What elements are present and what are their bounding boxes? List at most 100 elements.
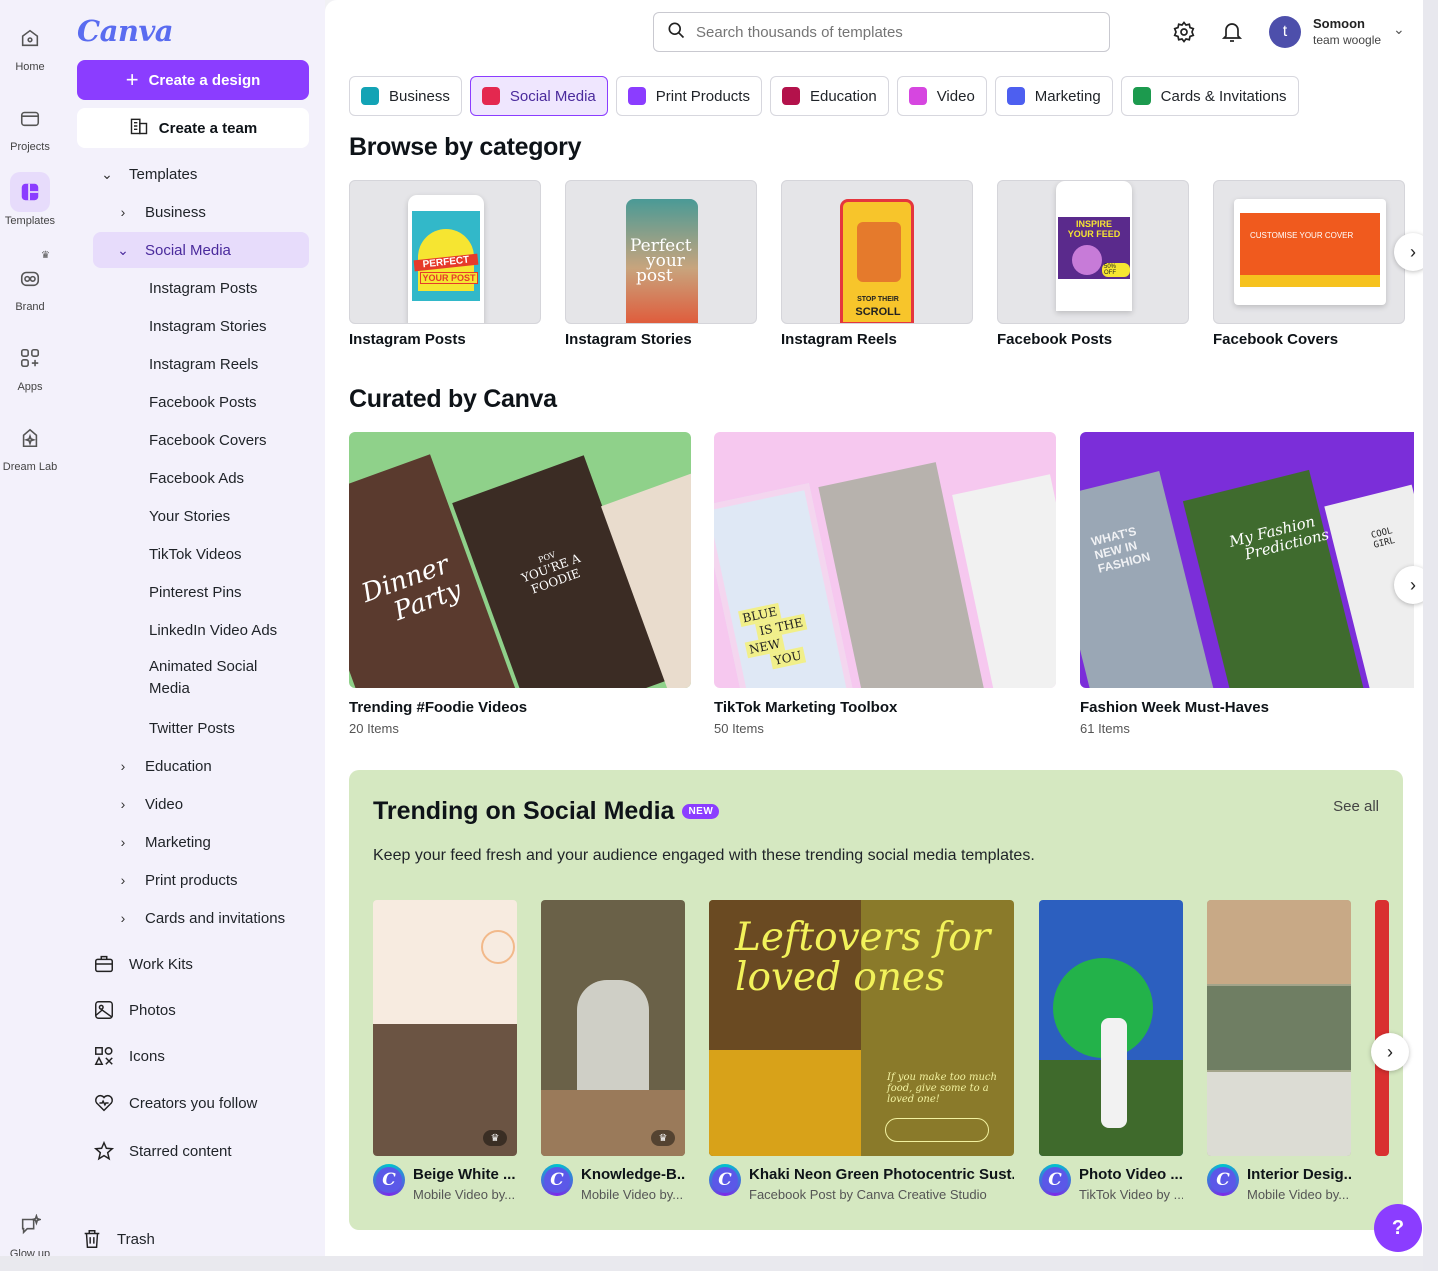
tree-print-products[interactable]: › Print products	[109, 862, 309, 898]
rail-apps[interactable]: Apps	[0, 338, 60, 393]
new-badge: NEW	[682, 804, 720, 819]
notifications-button[interactable]	[1220, 20, 1244, 49]
template-card[interactable]	[1039, 900, 1183, 1156]
tree-facebook-posts[interactable]: Facebook Posts	[149, 384, 309, 420]
tree-your-stories[interactable]: Your Stories	[149, 498, 309, 534]
link-icons[interactable]: Icons	[93, 1038, 309, 1074]
template-card[interactable]: ♛	[541, 900, 685, 1156]
rail-templates[interactable]: Templates	[0, 172, 60, 227]
tree-cards-invitations[interactable]: › Cards and invitations	[109, 900, 309, 936]
tree-instagram-posts[interactable]: Instagram Posts	[149, 270, 309, 306]
chip-business[interactable]: Business	[349, 76, 462, 116]
settings-button[interactable]	[1172, 20, 1196, 49]
crown-icon: ♛	[483, 1130, 507, 1146]
chip-video[interactable]: Video	[896, 76, 987, 116]
tree-marketing[interactable]: › Marketing	[109, 824, 309, 860]
canva-avatar-icon: C	[1207, 1164, 1239, 1196]
cover-mockup: CUSTOMISE YOUR COVER	[1234, 199, 1386, 305]
tree-tiktok-videos[interactable]: TikTok Videos	[149, 536, 309, 572]
chip-marketing-label: Marketing	[1034, 87, 1101, 105]
tree-video[interactable]: › Video	[109, 786, 309, 822]
account-menu[interactable]: t Somoon team woogle ⌄	[1269, 15, 1409, 51]
tree-instagram-stories[interactable]: Instagram Stories	[149, 308, 309, 344]
rail-home[interactable]: Home	[0, 18, 60, 73]
trending-next-button[interactable]: ›	[1371, 1033, 1409, 1071]
link-creators[interactable]: Creators you follow	[93, 1085, 309, 1121]
trending-heading: Trending on Social Media NEW	[373, 797, 720, 826]
tree-linkedin-video-ads[interactable]: LinkedIn Video Ads	[149, 612, 309, 648]
overlay-pill	[885, 1118, 989, 1142]
category-card-instagram-stories[interactable]: Perfect your post	[565, 180, 757, 324]
create-team-button[interactable]: Create a team	[77, 108, 309, 148]
link-photos[interactable]: Photos	[93, 992, 309, 1028]
help-button[interactable]: ?	[1374, 1204, 1422, 1252]
tree-animated-social-media[interactable]: Animated Social Media	[149, 656, 279, 704]
create-design-button[interactable]: + Create a design	[77, 60, 309, 100]
chip-education-label: Education	[809, 87, 877, 105]
chevron-down-icon: ⌄	[101, 165, 113, 182]
rail-home-label: Home	[15, 61, 45, 73]
link-work-kits[interactable]: Work Kits	[93, 946, 309, 982]
curated-count: 61 Items	[1080, 721, 1130, 736]
search-input[interactable]	[696, 23, 1076, 41]
tree-instagram-reels[interactable]: Instagram Reels	[149, 346, 309, 382]
chip-cards-invitations[interactable]: Cards & Invitations	[1120, 76, 1299, 116]
curated-card-tiktok[interactable]: BLUE IS THE NEW YOU	[714, 432, 1056, 688]
rail-apps-label: Apps	[17, 381, 43, 393]
chip-education[interactable]: Education	[769, 76, 889, 116]
post-preview: PERFECT YOUR POST	[412, 211, 480, 301]
tree-social-media[interactable]: ⌄ Social Media	[93, 232, 309, 268]
tree-business[interactable]: › Business	[109, 194, 309, 230]
canva-avatar-icon: C	[1039, 1164, 1071, 1196]
chip-marketing[interactable]: Marketing	[994, 76, 1113, 116]
rail-dream-lab[interactable]: Dream Lab	[0, 418, 60, 473]
tree-facebook-covers[interactable]: Facebook Covers	[149, 422, 309, 458]
canva-avatar-icon: C	[541, 1164, 573, 1196]
canva-logo[interactable]: Canva	[77, 14, 174, 48]
template-photo	[1101, 1018, 1127, 1128]
avatar: t	[1269, 16, 1301, 48]
link-trash[interactable]: Trash	[81, 1221, 297, 1257]
category-label: Facebook Covers	[1213, 331, 1339, 348]
tree-facebook-ads[interactable]: Facebook Ads	[149, 460, 309, 496]
tree-templates[interactable]: ⌄ Templates	[93, 156, 309, 192]
chevron-right-icon: ›	[120, 204, 126, 220]
search-icon	[666, 20, 686, 44]
category-card-facebook-posts[interactable]: INSPIRE YOUR FEED 50% OFF	[997, 180, 1189, 324]
tree-cards-invitations-label: Cards and invitations	[145, 909, 286, 927]
template-card[interactable]	[1207, 900, 1351, 1156]
plus-icon: +	[125, 67, 139, 92]
category-label: Instagram Posts	[349, 331, 466, 348]
rail-projects[interactable]: Projects	[0, 98, 60, 153]
overlay-text: BLUE IS THE NEW YOU	[738, 598, 814, 674]
category-label: Instagram Reels	[781, 331, 897, 348]
overlay-text: CUSTOMISE YOUR COVER	[1250, 231, 1354, 240]
shapes-icon	[93, 1045, 117, 1067]
template-photo	[1207, 986, 1351, 1070]
template-card-partial[interactable]	[1375, 900, 1389, 1156]
tree-education[interactable]: › Education	[109, 748, 309, 784]
phone-mockup: PERFECT YOUR POST	[408, 195, 484, 323]
category-card-facebook-covers[interactable]: CUSTOMISE YOUR COVER	[1213, 180, 1405, 324]
curated-card-fashion[interactable]: WHAT'S NEW IN FASHION My Fashion Prediction…	[1080, 432, 1414, 688]
overlay-text: STOP THEIR	[857, 296, 899, 303]
tree-pinterest-pins[interactable]: Pinterest Pins	[149, 574, 309, 610]
template-card[interactable]: Leftovers for loved ones If you make too …	[709, 900, 1014, 1156]
bell-icon	[1220, 23, 1244, 48]
chip-print-products[interactable]: Print Products	[615, 76, 762, 116]
rail-glow-up[interactable]: Glow up	[0, 1205, 60, 1260]
search-bar[interactable]	[653, 12, 1110, 52]
category-card-instagram-posts[interactable]: PERFECT YOUR POST	[349, 180, 541, 324]
tree-twitter-posts[interactable]: Twitter Posts	[149, 710, 309, 746]
template-card[interactable]: ♛	[373, 900, 517, 1156]
link-starred[interactable]: Starred content	[93, 1133, 309, 1169]
see-all-link[interactable]: See all	[1333, 798, 1379, 815]
crown-icon: ♛	[41, 250, 50, 261]
briefcase-icon	[93, 953, 117, 975]
curated-card-foodie[interactable]: Dinner Party POV YOU'RE A FOODIE	[349, 432, 691, 688]
trending-title: Trending on Social Media	[373, 797, 675, 825]
chip-social-media[interactable]: Social Media	[469, 76, 608, 116]
rail-brand[interactable]: Brand ♛	[0, 250, 60, 313]
category-card-instagram-reels[interactable]: STOP THEIR SCROLL	[781, 180, 973, 324]
template-title: Interior Desig...	[1247, 1166, 1351, 1183]
